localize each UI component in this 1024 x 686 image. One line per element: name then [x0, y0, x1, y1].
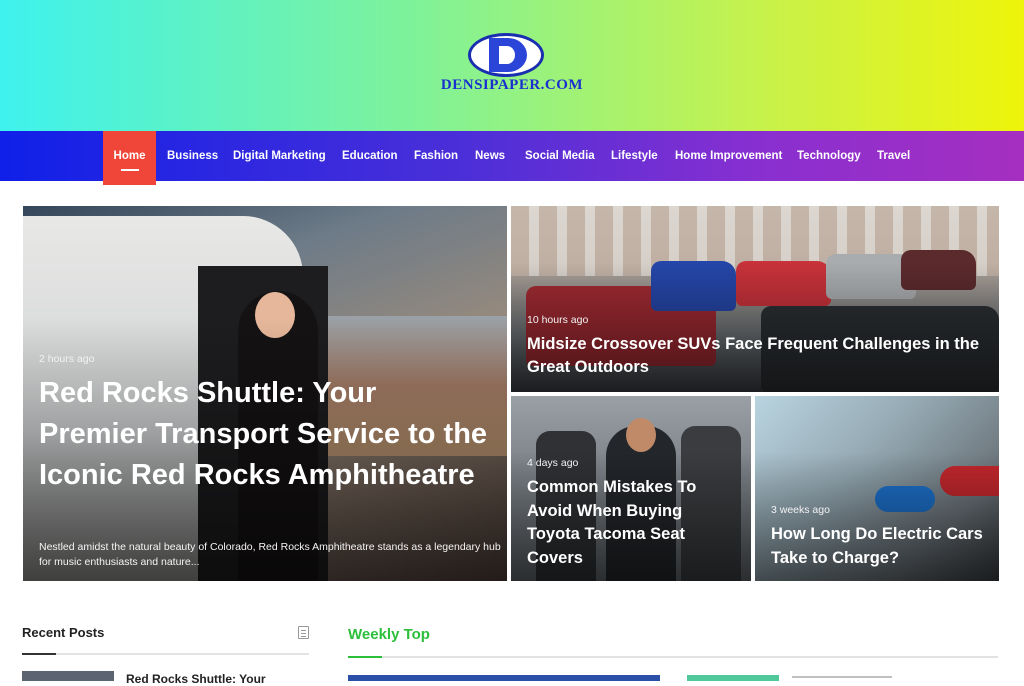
post-time: 4 days ago: [527, 457, 579, 469]
post-time: 3 weeks ago: [771, 504, 830, 516]
logo-icon: [468, 33, 544, 77]
nav-item-social-media[interactable]: Social Media: [525, 131, 595, 181]
site-header: DENSIPAPER.COM: [0, 0, 1024, 131]
weekly-top-date: [792, 676, 892, 681]
post-title[interactable]: Red Rocks Shuttle: Your Premier Transpor…: [39, 373, 489, 496]
document-icon: [298, 626, 309, 639]
featured-bottom-mid-card[interactable]: 4 days ago Common Mistakes To Avoid When…: [511, 396, 751, 581]
site-logo[interactable]: DENSIPAPER.COM: [412, 33, 612, 95]
post-time: 2 hours ago: [39, 353, 95, 365]
nav-item-digital-marketing[interactable]: Digital Marketing: [233, 131, 326, 181]
nav-item-home[interactable]: Home: [103, 131, 156, 185]
post-excerpt: Nestled amidst the natural beauty of Col…: [39, 541, 501, 568]
divider: [348, 656, 998, 658]
nav-item-technology[interactable]: Technology: [797, 131, 861, 181]
divider: [22, 653, 309, 655]
nav-item-education[interactable]: Education: [342, 131, 398, 181]
weekly-top-heading: Weekly Top: [348, 626, 430, 643]
nav-item-news[interactable]: News: [475, 131, 505, 181]
logo-text: DENSIPAPER.COM: [440, 77, 584, 93]
weekly-top-thumbnail[interactable]: [348, 675, 660, 681]
featured-top-right-card[interactable]: 10 hours ago Midsize Crossover SUVs Face…: [511, 206, 999, 392]
nav-item-fashion[interactable]: Fashion: [414, 131, 458, 181]
post-title[interactable]: How Long Do Electric Cars Take to Charge…: [771, 523, 986, 570]
featured-main-card[interactable]: 2 hours ago Red Rocks Shuttle: Your Prem…: [23, 206, 507, 581]
featured-bottom-right-card[interactable]: 3 weeks ago How Long Do Electric Cars Ta…: [755, 396, 999, 581]
nav-item-travel[interactable]: Travel: [877, 131, 910, 181]
nav-item-home-improvement[interactable]: Home Improvement: [675, 131, 782, 181]
post-title[interactable]: Midsize Crossover SUVs Face Frequent Cha…: [527, 333, 987, 379]
post-time: 10 hours ago: [527, 314, 589, 326]
main-nav: Home Business Digital Marketing Educatio…: [0, 131, 1024, 185]
weekly-top-thumbnail[interactable]: [687, 675, 779, 681]
nav-item-lifestyle[interactable]: Lifestyle: [611, 131, 658, 181]
nav-item-business[interactable]: Business: [167, 131, 218, 181]
recent-posts-heading: Recent Posts: [22, 625, 105, 640]
recent-post-thumbnail[interactable]: [22, 671, 114, 681]
recent-post-title[interactable]: Red Rocks Shuttle: Your: [126, 672, 266, 686]
post-title[interactable]: Common Mistakes To Avoid When Buying Toy…: [527, 476, 727, 570]
